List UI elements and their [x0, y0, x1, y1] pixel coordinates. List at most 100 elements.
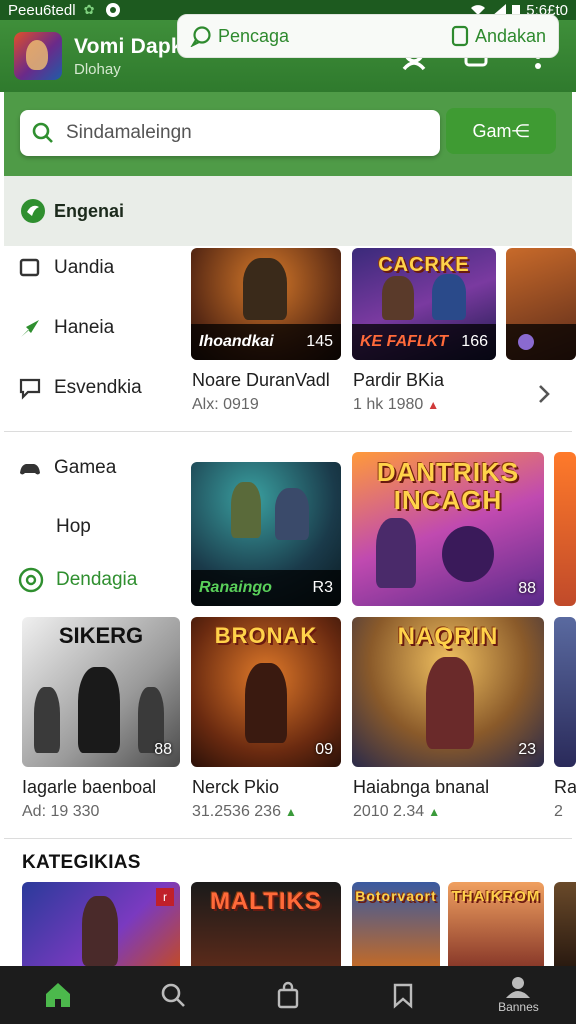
category-card-1-thumb[interactable]: r [22, 882, 180, 966]
card-sub-text: Alx: 0919 [192, 396, 259, 413]
hero-figure [82, 896, 118, 966]
card-overlay: Ranaingo R3 [191, 570, 341, 606]
card-count: R3 [312, 579, 333, 596]
hero-figure [442, 526, 494, 582]
hero-figure [275, 488, 309, 540]
sidebar-item-hop[interactable]: Hop [56, 516, 91, 538]
record-icon [105, 3, 120, 17]
card-art-title: SIKERG [58, 623, 144, 648]
search-input[interactable] [66, 122, 396, 144]
card-sub-text: 2 [554, 803, 563, 820]
sidebar-item-dendagia[interactable]: Dendagia [18, 567, 137, 593]
sidebar-item-label: Haneia [54, 317, 115, 338]
nav-library[interactable] [346, 981, 461, 1009]
game-card-2-title[interactable]: Pardir BKia [353, 370, 444, 391]
category-card-5-thumb[interactable] [554, 882, 576, 966]
badge-icon: r [156, 888, 174, 906]
game-card-9-sub: 2010 2.34 ▲ [353, 803, 440, 821]
card-overlay: KE FAFLKT 166 [352, 324, 496, 360]
category-card-4-thumb[interactable]: THAIKROM [448, 882, 544, 966]
game-card-2-thumb[interactable]: CACRKE KE FAFLKT 166 [352, 248, 496, 360]
sidebar-item-label: Esvendkia [54, 377, 142, 398]
game-card-1-thumb[interactable]: Ihoandkai 145 [191, 248, 341, 360]
search-button[interactable]: Gam⋲ [446, 108, 556, 154]
card-overlay [506, 324, 576, 360]
category-card-2-thumb[interactable]: MALTIKS [191, 882, 341, 966]
game-card-9-title[interactable]: Haiabnga bnanal [353, 777, 489, 798]
card-art-title: BRONAK [214, 623, 318, 648]
bookmark-icon [394, 983, 413, 1009]
card-art-title: DANTRIKS INCAGH [376, 457, 520, 515]
hero-figure [376, 518, 416, 588]
card-sub-text: Ad: 19 330 [22, 803, 100, 820]
hero-figure [243, 258, 287, 320]
bag-icon [277, 981, 299, 1009]
sidebar-item-gamea[interactable]: Gamea [18, 456, 116, 480]
chip-bar: Pencaga Andakan [177, 14, 559, 58]
sidebar-divider [4, 431, 572, 432]
search-icon [32, 122, 53, 143]
chat-icon [19, 378, 41, 400]
hero-figure [432, 274, 466, 320]
game-card-1-title[interactable]: Noare DuranVadl [192, 370, 330, 391]
chip-andakan[interactable]: Andakan [451, 25, 546, 47]
sidebar-item-uandia[interactable]: Uandia [18, 256, 114, 280]
card-count: 145 [306, 333, 333, 350]
card-sub-text: 1 hk 1980 [353, 396, 424, 413]
square-icon [19, 258, 40, 277]
hero-figure [34, 687, 60, 753]
search-box[interactable] [20, 110, 440, 156]
sidebar-item-esvendkia[interactable]: Esvendkia [18, 376, 142, 400]
sidebar-item-label: Dendagia [56, 569, 138, 590]
chat-bubble-icon [190, 26, 211, 47]
game-card-4-thumb[interactable]: Ranaingo R3 [191, 462, 341, 606]
card-count: 09 [315, 741, 333, 758]
game-card-9-thumb[interactable]: NAQRIN 23 [352, 617, 544, 767]
card-count: 166 [461, 333, 488, 350]
nav-store[interactable] [230, 981, 345, 1009]
game-card-7-thumb[interactable]: SIKERG 88 [22, 617, 180, 767]
game-card-10-title[interactable]: Ra [554, 777, 576, 798]
home-icon [45, 983, 70, 1007]
chevron-right-icon[interactable] [534, 380, 554, 408]
game-card-3-thumb[interactable] [506, 248, 576, 360]
game-card-7-title[interactable]: Iagarle baenboal [22, 777, 156, 798]
card-art-title: CACRKE [378, 254, 470, 276]
category-card-3-thumb[interactable]: Botorvaort [352, 882, 440, 966]
nav-search[interactable] [115, 981, 230, 1009]
game-card-10-sub: 2 [554, 803, 563, 821]
card-count: 88 [154, 741, 172, 758]
nav-profile-label: Bannes [498, 1000, 539, 1014]
chip-pencaga[interactable]: Pencaga [190, 25, 289, 47]
game-card-7-sub: Ad: 19 330 [22, 803, 99, 821]
section-divider [4, 838, 572, 839]
active-category[interactable]: Engenai [4, 198, 180, 224]
nav-profile[interactable]: Bannes [461, 976, 576, 1014]
game-card-10-thumb[interactable] [554, 617, 576, 767]
app-subtitle: Dlohay [74, 60, 121, 78]
card-overlay: Ihoandkai 145 [191, 324, 341, 360]
trend-down-icon: ▲ [427, 398, 440, 412]
sidebar-item-haneia[interactable]: Haneia [18, 316, 114, 340]
hero-figure [245, 663, 287, 743]
search-button-label: Gam⋲ [472, 120, 530, 141]
status-text: Peeu6tedl [8, 1, 76, 19]
trend-up-icon: ▲ [284, 805, 297, 819]
phone-icon [451, 25, 469, 47]
hero-figure [426, 657, 474, 749]
game-card-6-thumb[interactable] [554, 452, 576, 606]
filter-bar: Engenai [4, 176, 572, 246]
app-logo[interactable] [14, 32, 62, 80]
game-card-2-sub: 1 hk 1980 ▲ [353, 396, 439, 414]
sidebar-item-label: Uandia [54, 257, 115, 278]
chip-pencaga-label: Pencaga [218, 25, 290, 46]
game-card-5-thumb[interactable]: DANTRIKS INCAGH 88 [352, 452, 544, 606]
nav-home[interactable] [0, 980, 115, 1010]
compass-icon [18, 567, 44, 593]
game-card-8-thumb[interactable]: BRONAK 09 [191, 617, 341, 767]
section-title: KATEGIKIAS [22, 852, 141, 873]
game-card-8-title[interactable]: Nerck Pkio [192, 777, 279, 798]
game-logo-icon [518, 334, 534, 350]
card-overlay-title: KE FAFLKT [360, 333, 448, 350]
card-art-title: Botorvaort [355, 888, 437, 904]
